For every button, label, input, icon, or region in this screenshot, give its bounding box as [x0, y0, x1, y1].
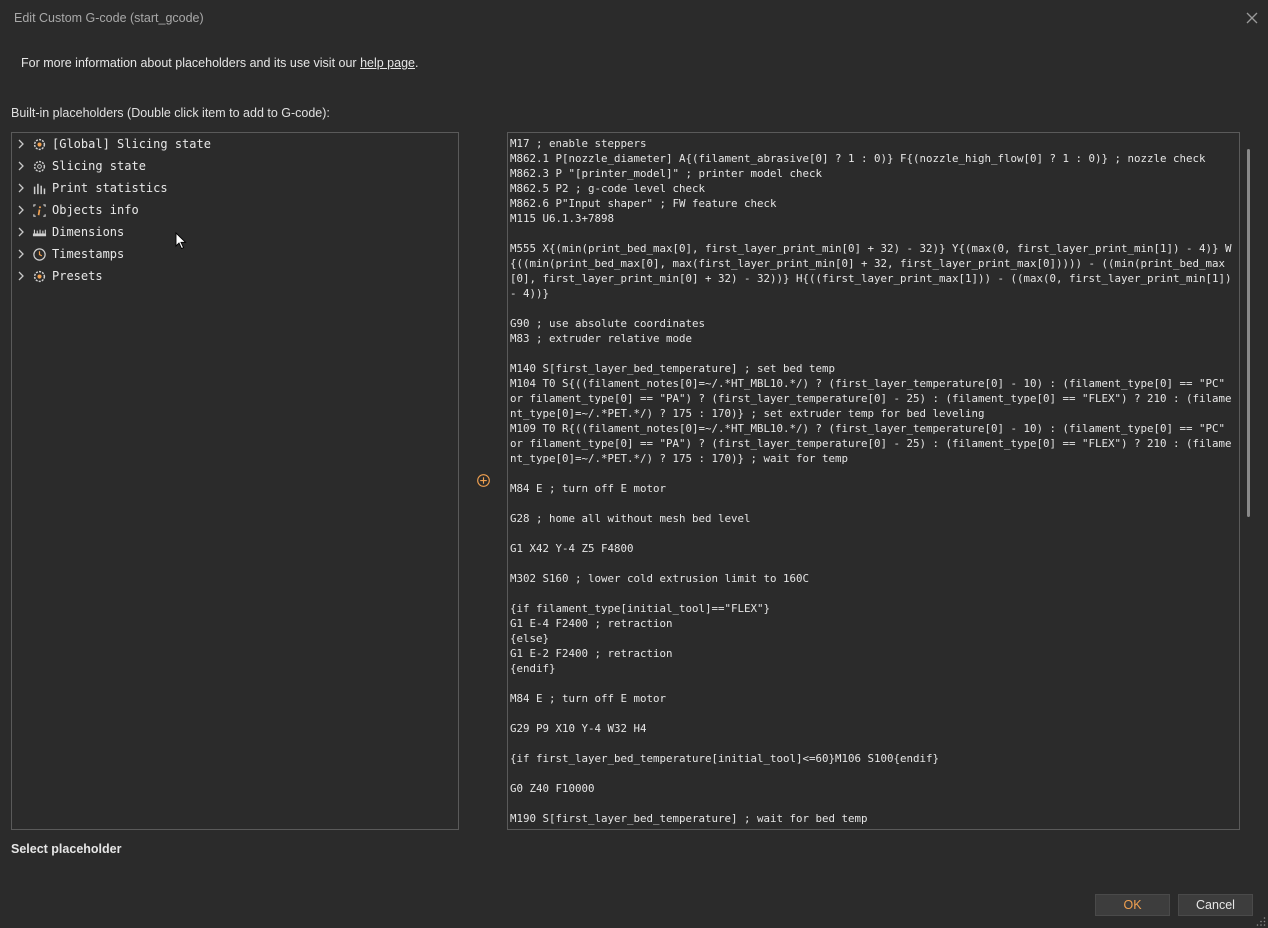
tree-item-presets[interactable]: Presets — [12, 265, 452, 287]
chevron-right-icon[interactable] — [17, 249, 25, 259]
tree-item-global-slicing-state[interactable]: [Global] Slicing state — [12, 133, 452, 155]
info-icon — [32, 203, 47, 218]
select-placeholder-label: Select placeholder — [11, 842, 122, 856]
tree-item-timestamps[interactable]: Timestamps — [12, 243, 452, 265]
tree-item-label: [Global] Slicing state — [52, 137, 211, 151]
chevron-right-icon[interactable] — [17, 227, 25, 237]
tree-item-slicing-state[interactable]: Slicing state — [12, 155, 452, 177]
title-bar: Edit Custom G-code (start_gcode) — [0, 0, 1268, 36]
chevron-right-icon[interactable] — [17, 271, 25, 281]
window-title: Edit Custom G-code (start_gcode) — [14, 11, 204, 25]
ruler-icon — [32, 225, 47, 240]
clock-icon — [32, 247, 47, 262]
info-prefix: For more information about placeholders … — [21, 56, 361, 70]
bar-chart-icon — [32, 181, 47, 196]
tree-item-label: Print statistics — [52, 181, 168, 195]
gcode-text[interactable]: M17 ; enable steppers M862.1 P[nozzle_di… — [510, 136, 1232, 826]
chevron-right-icon[interactable] — [17, 139, 25, 149]
chevron-right-icon[interactable] — [17, 183, 25, 193]
tree-item-dimensions[interactable]: Dimensions — [12, 221, 452, 243]
editor-scrollbar-thumb[interactable] — [1247, 149, 1250, 517]
help-page-link[interactable]: help page — [360, 56, 415, 70]
gear-icon — [32, 159, 47, 174]
ok-button[interactable]: OK — [1095, 894, 1170, 916]
tree-item-label: Objects info — [52, 203, 139, 217]
cancel-button[interactable]: Cancel — [1178, 894, 1253, 916]
placeholder-tree[interactable]: [Global] Slicing state Slicing state Pri… — [11, 132, 459, 830]
resize-grip-icon[interactable] — [1256, 916, 1266, 926]
tree-item-label: Timestamps — [52, 247, 125, 261]
tree-item-label: Dimensions — [52, 225, 125, 239]
builtin-placeholders-label: Built-in placeholders (Double click item… — [11, 106, 330, 120]
mouse-cursor-icon — [175, 232, 187, 250]
gcode-editor[interactable]: M17 ; enable steppers M862.1 P[nozzle_di… — [507, 132, 1240, 830]
tree-item-label: Slicing state — [52, 159, 146, 173]
add-placeholder-icon[interactable] — [476, 473, 491, 488]
gear-icon — [32, 269, 47, 284]
tree-item-objects-info[interactable]: Objects info — [12, 199, 452, 221]
gear-icon — [32, 137, 47, 152]
chevron-right-icon[interactable] — [17, 205, 25, 215]
tree-item-label: Presets — [52, 269, 103, 283]
info-text: For more information about placeholders … — [21, 56, 418, 70]
close-icon[interactable] — [1242, 8, 1262, 28]
info-suffix: . — [414, 56, 419, 70]
tree-item-print-statistics[interactable]: Print statistics — [12, 177, 452, 199]
chevron-right-icon[interactable] — [17, 161, 25, 171]
